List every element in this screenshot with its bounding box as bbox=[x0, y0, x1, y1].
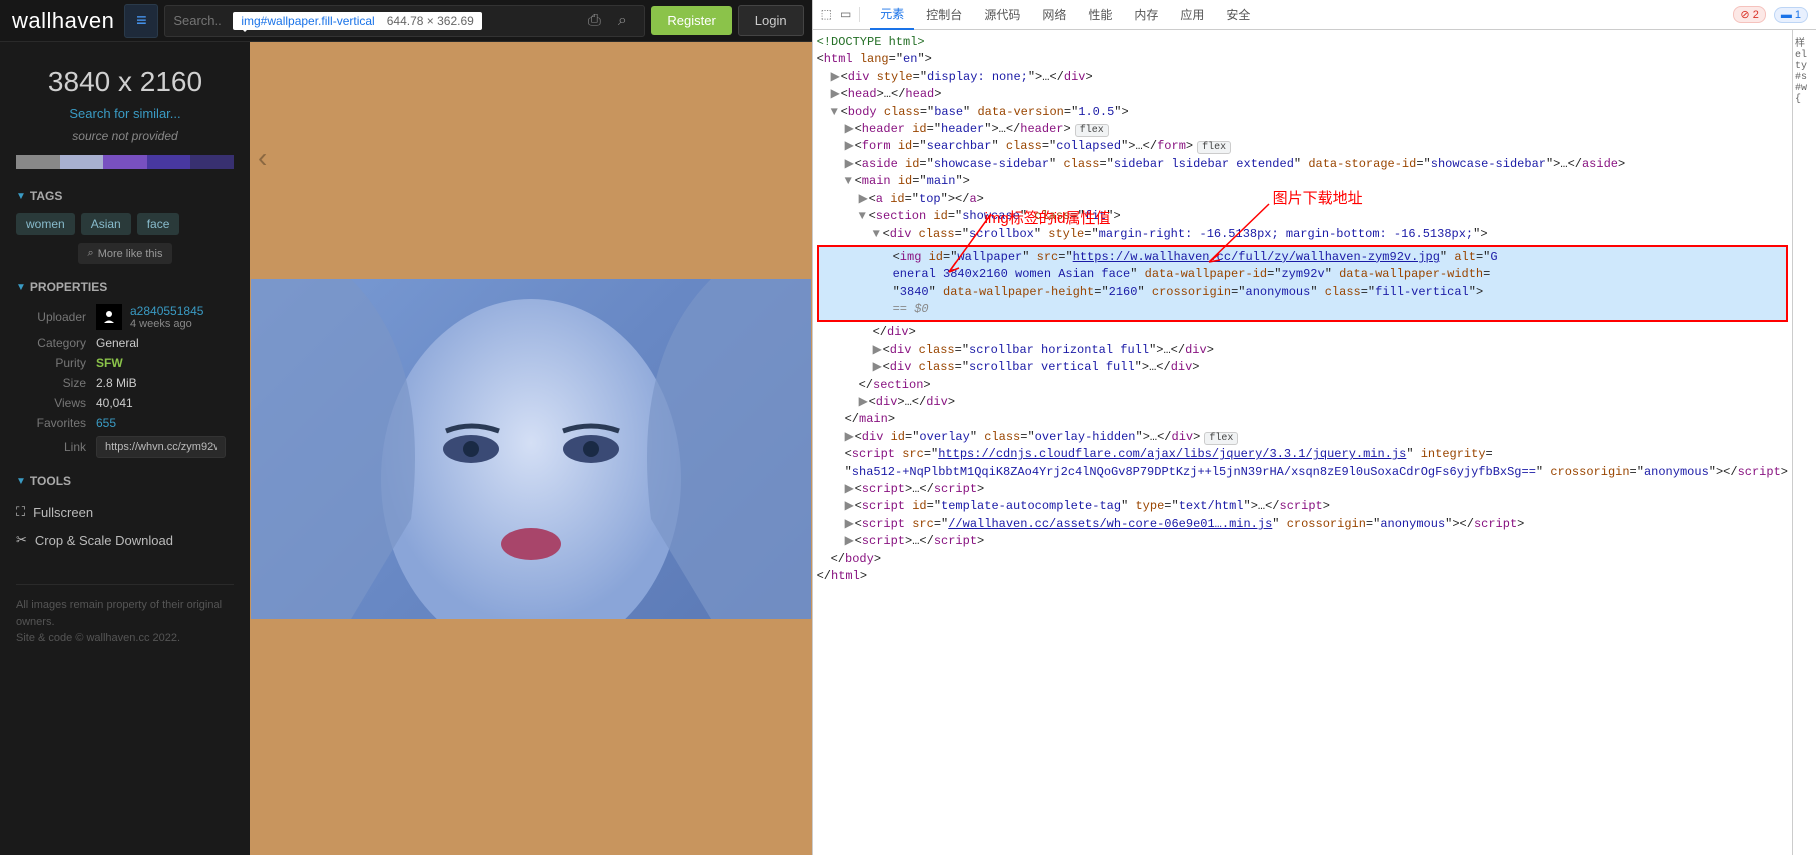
login-button[interactable]: Login bbox=[738, 5, 804, 36]
color-swatch[interactable] bbox=[147, 155, 191, 169]
tag[interactable]: face bbox=[137, 213, 180, 235]
inspect-icon[interactable]: ⬚ bbox=[821, 7, 832, 22]
tag[interactable]: Asian bbox=[81, 213, 131, 235]
dom-line[interactable]: ▼<body class="base" data-version="1.0.5"… bbox=[817, 104, 1788, 121]
color-palette bbox=[16, 155, 234, 169]
dom-line[interactable]: ▶<div class="scrollbar vertical full">…<… bbox=[817, 359, 1788, 376]
size-value: 2.8 MiB bbox=[96, 376, 137, 390]
tags-header[interactable]: ▼TAGS bbox=[16, 189, 234, 203]
device-icon[interactable]: ▭ bbox=[840, 7, 851, 22]
purity-value: SFW bbox=[96, 356, 123, 370]
dom-line[interactable]: ▶<aside id="showcase-sidebar" class="sid… bbox=[817, 156, 1788, 173]
selector-text: img#wallpaper.fill-vertical bbox=[241, 14, 374, 28]
wallpaper-image[interactable] bbox=[251, 279, 811, 619]
devtools-tabs: ⬚ ▭ 元素 控制台 源代码 网络 性能 内存 应用 安全 ⊘ 2 ▬ 1 bbox=[813, 0, 1816, 30]
uploader-avatar[interactable] bbox=[96, 304, 122, 330]
dom-line[interactable]: ▶<header id="header">…</header>flex bbox=[817, 121, 1788, 139]
dom-line[interactable]: <!DOCTYPE html> bbox=[817, 34, 1788, 51]
dom-line[interactable]: </main> bbox=[817, 411, 1788, 428]
properties-header[interactable]: ▼PROPERTIES bbox=[16, 280, 234, 294]
dom-line[interactable]: ▶<div class="scrollbar horizontal full">… bbox=[817, 342, 1788, 359]
tab-elements[interactable]: 元素 bbox=[870, 0, 914, 30]
devtools-panel: ⬚ ▭ 元素 控制台 源代码 网络 性能 内存 应用 安全 ⊘ 2 ▬ 1 im… bbox=[812, 0, 1816, 855]
dom-line[interactable]: </html> bbox=[817, 568, 1788, 585]
dom-line[interactable]: <script src="https://cdnjs.cloudflare.co… bbox=[817, 446, 1788, 463]
dom-line[interactable]: </div> bbox=[817, 324, 1788, 341]
tab-security[interactable]: 安全 bbox=[1216, 0, 1260, 29]
crop-icon: ✂ bbox=[16, 532, 27, 548]
tab-memory[interactable]: 内存 bbox=[1124, 0, 1168, 29]
dom-line[interactable]: ▶<head>…</head> bbox=[817, 86, 1788, 103]
tab-console[interactable]: 控制台 bbox=[916, 0, 972, 29]
dom-line[interactable]: ▶<script id="template-autocomplete-tag" … bbox=[817, 498, 1788, 515]
more-like-this-button[interactable]: ⌕ More like this bbox=[78, 243, 173, 264]
search-input[interactable] bbox=[173, 13, 233, 28]
uploader-time: 4 weeks ago bbox=[130, 318, 203, 330]
dom-line[interactable]: </body> bbox=[817, 551, 1788, 568]
dom-line[interactable]: ▶<script>…</script> bbox=[817, 481, 1788, 498]
dom-line[interactable]: </section> bbox=[817, 377, 1788, 394]
dom-line[interactable]: ▶<script src="//wallhaven.cc/assets/wh-c… bbox=[817, 516, 1788, 533]
color-swatch[interactable] bbox=[60, 155, 104, 169]
selector-dims: 644.78 × 362.69 bbox=[387, 14, 474, 28]
annotation-id: img标签的id属性值 bbox=[985, 208, 1111, 230]
error-badge[interactable]: ⊘ 2 bbox=[1733, 6, 1765, 23]
dom-line[interactable]: ▶<div style="display: none;">…</div> bbox=[817, 69, 1788, 86]
prev-arrow-icon[interactable]: ‹ bbox=[258, 142, 267, 174]
tab-sources[interactable]: 源代码 bbox=[974, 0, 1030, 29]
styles-pane[interactable]: 样 el ty #s #w { bbox=[1792, 30, 1816, 855]
app-header: wallhaven ≡ img#wallpaper.fill-vertical … bbox=[0, 0, 812, 42]
dom-line[interactable]: ▶<form id="searchbar" class="collapsed">… bbox=[817, 138, 1788, 156]
search-icon[interactable]: ⌕ bbox=[608, 12, 636, 30]
category-value: General bbox=[96, 336, 139, 350]
element-selector-tooltip: img#wallpaper.fill-vertical 644.78 × 362… bbox=[233, 12, 481, 30]
prop-label: Uploader bbox=[16, 310, 86, 324]
fullscreen-icon: ⛶ bbox=[16, 504, 25, 520]
resolution-text: 3840 x 2160 bbox=[16, 66, 234, 98]
uploader-name[interactable]: a2840551845 bbox=[130, 304, 203, 318]
annotation-url: 图片下载地址 bbox=[1273, 188, 1363, 210]
tab-network[interactable]: 网络 bbox=[1032, 0, 1076, 29]
wallpaper-viewport[interactable]: ‹ bbox=[250, 42, 812, 855]
views-value: 40,041 bbox=[96, 396, 133, 410]
color-swatch[interactable] bbox=[190, 155, 234, 169]
dom-line[interactable]: ▶<script>…</script> bbox=[817, 533, 1788, 550]
tab-application[interactable]: 应用 bbox=[1170, 0, 1214, 29]
dom-line[interactable]: ▶<div id="overlay" class="overlay-hidden… bbox=[817, 429, 1788, 447]
dom-line[interactable]: ▶<div>…</div> bbox=[817, 394, 1788, 411]
sidebar-footer: All images remain property of their orig… bbox=[16, 584, 234, 647]
dom-tree[interactable]: img标签的id属性值 图片下载地址 <!DOCTYPE html> <html… bbox=[813, 30, 1792, 855]
search-bar[interactable]: img#wallpaper.fill-vertical 644.78 × 362… bbox=[164, 5, 645, 37]
favorites-value[interactable]: 655 bbox=[96, 416, 116, 430]
crop-tool[interactable]: ✂Crop & Scale Download bbox=[16, 526, 234, 554]
color-swatch[interactable] bbox=[16, 155, 60, 169]
info-badge[interactable]: ▬ 1 bbox=[1774, 7, 1808, 23]
wallhaven-logo[interactable]: wallhaven bbox=[8, 8, 118, 34]
camera-icon[interactable]: ⎙ bbox=[580, 12, 608, 30]
fullscreen-tool[interactable]: ⛶Fullscreen bbox=[16, 498, 234, 526]
tools-header[interactable]: ▼TOOLS bbox=[16, 474, 234, 488]
tag[interactable]: women bbox=[16, 213, 75, 235]
dom-line[interactable]: "sha512-+NqPlbbtM1QqiK8ZAo4Yrj2c4lNQoGv8… bbox=[817, 464, 1788, 481]
tags-list: women Asian face bbox=[16, 213, 234, 235]
search-similar-link[interactable]: Search for similar... bbox=[16, 106, 234, 121]
menu-button[interactable]: ≡ bbox=[124, 4, 158, 38]
register-button[interactable]: Register bbox=[651, 6, 731, 35]
tab-performance[interactable]: 性能 bbox=[1078, 0, 1122, 29]
color-swatch[interactable] bbox=[103, 155, 147, 169]
shortlink-input[interactable] bbox=[96, 436, 226, 458]
dom-line[interactable]: <html lang="en"> bbox=[817, 51, 1788, 68]
showcase-sidebar: 3840 x 2160 Search for similar... source… bbox=[0, 42, 250, 855]
source-text: source not provided bbox=[16, 129, 234, 143]
